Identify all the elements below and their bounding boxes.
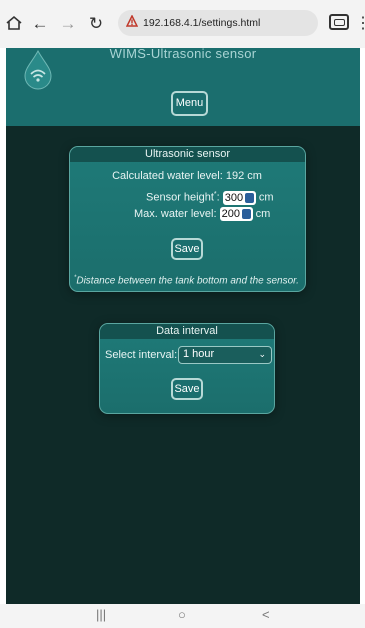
interval-selected-value: 1 hour (183, 348, 215, 360)
sensor-height-unit: cm (258, 191, 274, 204)
sensor-footnote: *Distance between the tank bottom and th… (74, 275, 299, 286)
max-level-input[interactable]: 200 (219, 207, 253, 222)
back-icon[interactable]: ← (30, 14, 50, 34)
url-text: 192.168.4.1/settings.html (143, 17, 261, 29)
save-interval-button[interactable]: Save (171, 378, 203, 400)
stepper-icon[interactable] (241, 209, 251, 220)
address-bar[interactable]: 192.168.4.1/settings.html (118, 10, 318, 36)
max-level-unit: cm (255, 208, 271, 220)
forward-icon[interactable]: → (58, 14, 78, 34)
interval-select[interactable]: 1 hour ⌄ (178, 346, 272, 364)
calculated-level-label: Calculated water level: (112, 170, 223, 182)
sensor-height-row: Sensor height*: 300 cm (146, 188, 273, 205)
ultrasonic-sensor-card: Ultrasonic sensor Calculated water level… (69, 146, 306, 292)
sensor-height-label: Sensor height (146, 191, 214, 204)
menu-button[interactable]: Menu (171, 91, 208, 116)
max-level-value: 200 (221, 208, 240, 221)
sensor-height-colon: : (216, 191, 220, 204)
stepper-icon[interactable] (244, 192, 254, 203)
app-title: WIMS-Ultrasonic sensor (109, 46, 257, 61)
reload-icon[interactable]: ↻ (86, 14, 106, 34)
max-level-row: Max. water level: 200 cm (134, 207, 271, 222)
app-header: WIMS-Ultrasonic sensor Menu (6, 46, 360, 126)
home-icon[interactable] (4, 14, 24, 34)
interval-card-title: Data interval (100, 324, 274, 339)
sensor-height-value: 300 (224, 191, 244, 204)
footnote-text: Distance between the tank bottom and the… (76, 275, 299, 287)
system-back-icon[interactable]: < (262, 607, 270, 622)
max-level-label: Max. water level: (134, 208, 217, 220)
sensor-height-input[interactable]: 300 (222, 190, 256, 205)
app-page: WIMS-Ultrasonic sensor Menu Ultrasonic s… (6, 46, 360, 604)
tab-switcher-icon[interactable] (329, 14, 349, 30)
interval-select-label: Select interval: (105, 349, 178, 361)
recent-apps-icon[interactable]: ||| (96, 607, 106, 622)
lock-icon[interactable] (125, 14, 139, 31)
browser-toolbar: ← → ↻ 192.168.4.1/settings.html ⋮ (0, 0, 365, 48)
ultrasonic-card-title: Ultrasonic sensor (70, 147, 305, 162)
system-nav-bar: ||| ○ < (0, 604, 365, 628)
chevron-down-icon: ⌄ (258, 349, 266, 359)
data-interval-card: Data interval Select interval: 1 hour ⌄ … (99, 323, 275, 414)
calculated-level-value: 192 cm (225, 170, 262, 182)
more-menu-icon[interactable]: ⋮ (355, 14, 365, 34)
save-sensor-button[interactable]: Save (171, 238, 203, 260)
home-button-icon[interactable]: ○ (178, 607, 186, 622)
wifi-drop-logo-icon (24, 50, 52, 90)
calculated-level-row: Calculated water level: 192 cm (70, 169, 304, 183)
